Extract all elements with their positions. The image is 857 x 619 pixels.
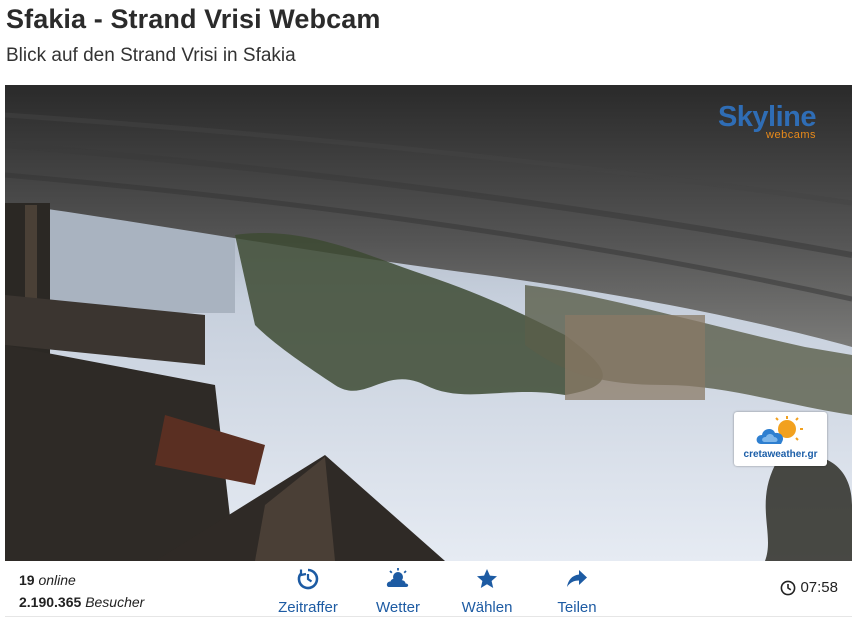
visitors-count: 2.190.365 — [19, 594, 82, 610]
skyline-logo[interactable]: Skyline webcams — [717, 101, 817, 141]
star-icon — [442, 567, 532, 593]
cretaweather-logo-text: cretaweather.gr — [743, 449, 818, 460]
visitor-stats: 19 online 2.190.365 Besucher — [19, 569, 144, 613]
vote-button[interactable]: Wählen — [442, 564, 532, 616]
timelapse-icon — [263, 567, 353, 593]
current-time: 07:58 — [780, 579, 838, 596]
webcam-image — [5, 85, 852, 561]
share-label: Teilen — [557, 599, 597, 616]
webcam-info-bar: 19 online 2.190.365 Besucher Zeitraffer … — [5, 561, 852, 617]
share-button[interactable]: Teilen — [532, 564, 622, 616]
webcam-player[interactable]: Skyline webcams cretaweather.gr — [5, 85, 852, 561]
online-counter: 19 online — [19, 569, 144, 591]
weather-icon — [353, 567, 443, 593]
visitor-counter: 2.190.365 Besucher — [19, 591, 144, 613]
share-icon — [532, 567, 622, 593]
clock-icon — [781, 580, 796, 595]
page-title: Sfakia - Strand Vrisi Webcam — [6, 4, 381, 34]
time-value: 07:58 — [800, 579, 838, 596]
weather-button[interactable]: Wetter — [353, 564, 443, 616]
page-subtitle: Blick auf den Strand Vrisi in Sfakia — [6, 45, 296, 66]
visitors-label: Besucher — [85, 594, 145, 610]
skyline-logo-name: Skyline — [717, 101, 817, 133]
online-label: online — [38, 572, 76, 588]
vote-label: Wählen — [461, 599, 513, 616]
sun-cloud-logo-icon — [756, 416, 803, 444]
weather-label: Wetter — [376, 599, 420, 616]
timelapse-button[interactable]: Zeitraffer — [263, 564, 353, 616]
timelapse-label: Zeitraffer — [278, 599, 338, 616]
cretaweather-logo[interactable]: cretaweather.gr — [734, 412, 827, 466]
online-count: 19 — [19, 572, 35, 588]
